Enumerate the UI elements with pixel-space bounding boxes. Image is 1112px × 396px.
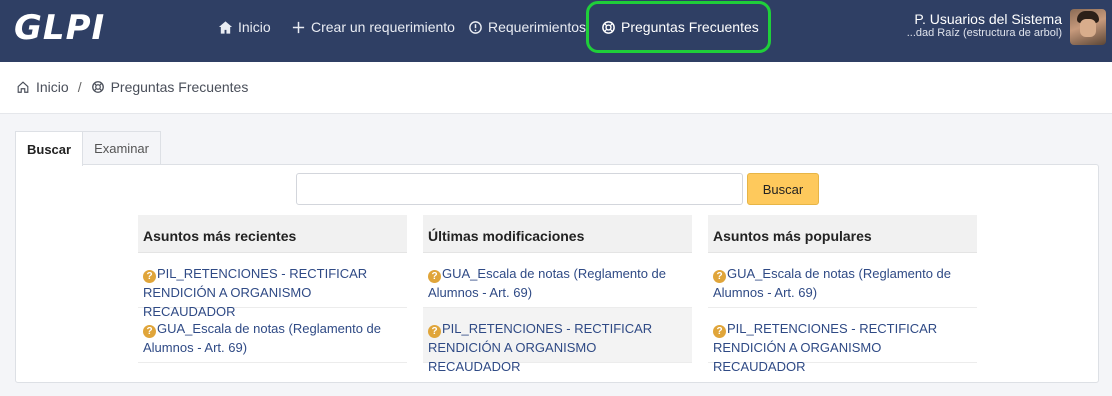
search-input[interactable]: [296, 173, 743, 205]
nav-item-tickets[interactable]: Requerimientos: [468, 16, 586, 38]
faq-item-label: PIL_RETENCIONES - RECTIFICAR RENDICIÓN A…: [428, 321, 653, 374]
column-recent: Asuntos más recientes ? PIL_RETENCIONES -…: [138, 215, 407, 363]
tab-browse[interactable]: Examinar: [82, 131, 161, 165]
faq-item-label: GUA_Escala de notas (Reglamento de Alumn…: [143, 321, 382, 355]
breadcrumb-separator: /: [77, 79, 82, 95]
question-icon: ?: [143, 270, 156, 283]
faq-item[interactable]: ? GUA_Escala de notas (Reglamento de Alum…: [708, 253, 977, 308]
question-icon: ?: [428, 270, 441, 283]
nav-item-label: Crear un requerimiento: [311, 19, 455, 35]
question-icon: ?: [713, 270, 726, 283]
column-title: Asuntos más recientes: [138, 215, 407, 253]
question-icon: ?: [143, 325, 156, 338]
alert-circle-icon: [469, 20, 482, 34]
question-icon: ?: [713, 325, 726, 338]
top-navigation-bar: GLPI Inicio Crear un requerimiento Reque…: [0, 0, 1112, 62]
lifebuoy-icon: [91, 81, 104, 93]
nav-highlight-annotation: [586, 1, 771, 53]
faq-item[interactable]: ? GUA_Escala de notas (Reglamento de Alum…: [423, 253, 692, 308]
avatar[interactable]: [1070, 9, 1106, 45]
breadcrumb-current[interactable]: Preguntas Frecuentes: [111, 79, 249, 95]
home-icon: [218, 20, 233, 34]
faq-item[interactable]: ? PIL_RETENCIONES - RECTIFICAR RENDICIÓN …: [708, 308, 977, 374]
nav-item-home[interactable]: Inicio: [218, 16, 271, 38]
column-title: Últimas modificaciones: [423, 215, 692, 253]
plus-icon: [292, 21, 305, 33]
home-outline-icon: [17, 81, 29, 93]
column-last-modified: Últimas modificaciones ? GUA_Escala de no…: [423, 215, 692, 374]
tab-search[interactable]: Buscar: [15, 131, 84, 166]
question-icon: ?: [428, 325, 441, 338]
breadcrumb-home-link[interactable]: Inicio: [36, 79, 69, 95]
user-name: P. Usuarios del Sistema: [914, 11, 1062, 27]
column-title: Asuntos más populares: [708, 215, 977, 253]
faq-item[interactable]: ? PIL_RETENCIONES - RECTIFICAR RENDICIÓN …: [423, 308, 692, 374]
breadcrumb-bar: Inicio / Preguntas Frecuentes: [0, 62, 1112, 114]
faq-item-label: PIL_RETENCIONES - RECTIFICAR RENDICIÓN A…: [713, 321, 938, 374]
faq-tabs: Buscar Examinar: [15, 131, 161, 166]
faq-item[interactable]: ? PIL_RETENCIONES - RECTIFICAR RENDICIÓN …: [138, 253, 407, 319]
nav-item-label: Requerimientos: [488, 19, 587, 35]
user-entity: ...dad Raíz (estructura de arbol): [906, 27, 1062, 39]
user-menu[interactable]: P. Usuarios del Sistema ...dad Raíz (est…: [907, 11, 1062, 40]
faq-item-label: GUA_Escala de notas (Reglamento de Alumn…: [713, 266, 952, 300]
breadcrumb: Inicio / Preguntas Frecuentes: [16, 79, 248, 95]
faq-item-label: GUA_Escala de notas (Reglamento de Alumn…: [428, 266, 667, 300]
search-button[interactable]: Buscar: [747, 173, 819, 205]
faq-search-panel: Buscar Asuntos más recientes ? PIL_RETENC…: [15, 164, 1099, 383]
column-popular: Asuntos más populares ? GUA_Escala de not…: [708, 215, 977, 374]
nav-item-create-ticket[interactable]: Crear un requerimiento: [291, 16, 455, 38]
nav-item-label: Inicio: [238, 19, 271, 35]
glpi-logo[interactable]: GLPI: [14, 8, 105, 48]
